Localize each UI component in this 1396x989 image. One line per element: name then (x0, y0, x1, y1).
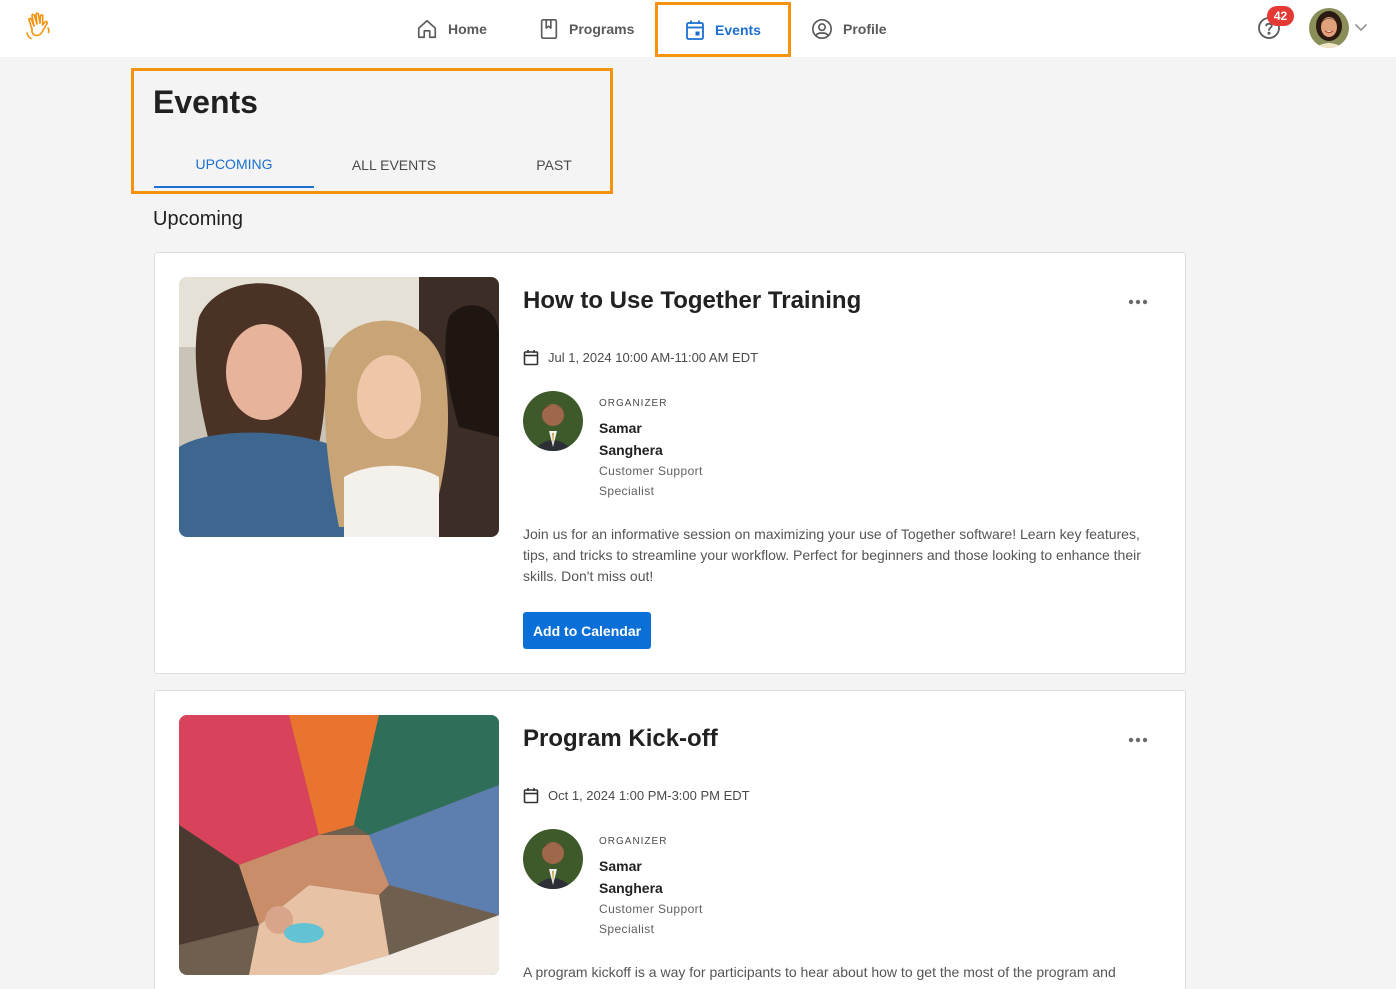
organizer-role: Customer Support Specialist (599, 902, 703, 936)
event-date: Jul 1, 2024 10:00 AM-11:00 AM EDT (548, 350, 759, 365)
organizer-label: ORGANIZER (599, 398, 668, 409)
nav-programs[interactable]: Programs (539, 0, 634, 57)
nav-events-label: Events (715, 21, 761, 38)
organizer-role: Customer Support Specialist (599, 464, 703, 498)
event-title[interactable]: Program Kick-off (523, 725, 718, 753)
add-to-calendar-button[interactable]: Add to Calendar (523, 612, 651, 649)
nav-events[interactable]: Events (655, 2, 791, 57)
event-date: Oct 1, 2024 1:00 PM-3:00 PM EDT (548, 788, 750, 803)
nav-profile-label: Profile (843, 20, 887, 37)
organizer-name[interactable]: Samar Sanghera (599, 417, 699, 461)
calendar-icon (686, 20, 704, 40)
event-card: How to Use Together Training Jul 1, 2024… (154, 252, 1186, 674)
tab-all-events[interactable]: ALL EVENTS (314, 142, 474, 188)
organizer-avatar (523, 391, 583, 451)
organizer-label: ORGANIZER (599, 836, 668, 847)
event-title[interactable]: How to Use Together Training (523, 287, 861, 315)
calendar-icon (523, 350, 539, 366)
event-card: Program Kick-off Oct 1, 2024 1:00 PM-3:0… (154, 690, 1186, 989)
event-description: Join us for an informative session on ma… (523, 526, 1141, 584)
page-title: Events (153, 84, 258, 120)
nav-home[interactable]: Home (416, 0, 487, 57)
more-options-icon[interactable] (1127, 733, 1149, 745)
calendar-icon (523, 788, 539, 804)
event-date-row: Jul 1, 2024 10:00 AM-11:00 AM EDT (523, 349, 758, 366)
organizer-name[interactable]: Samar Sanghera (599, 855, 699, 899)
tab-past[interactable]: PAST (474, 142, 634, 188)
section-title: Upcoming (153, 208, 244, 230)
event-description: A program kickoff is a way for participa… (523, 964, 1116, 980)
more-options-icon[interactable] (1127, 295, 1149, 307)
event-date-row: Oct 1, 2024 1:00 PM-3:00 PM EDT (523, 787, 750, 804)
top-navbar: Home Programs Events Profile 42 (0, 0, 1396, 57)
nav-profile[interactable]: Profile (811, 0, 887, 57)
user-circle-icon (812, 18, 832, 39)
event-image (179, 277, 499, 537)
nav-home-label: Home (448, 20, 487, 37)
user-avatar[interactable] (1309, 8, 1349, 48)
organizer-avatar (523, 829, 583, 889)
home-icon (417, 19, 437, 38)
notification-badge: 42 (1267, 6, 1294, 26)
chevron-down-icon[interactable] (1354, 20, 1368, 34)
waving-hand-logo-icon[interactable] (24, 11, 54, 43)
event-image (179, 715, 499, 975)
tab-upcoming[interactable]: UPCOMING (154, 142, 314, 188)
nav-programs-label: Programs (569, 20, 635, 37)
book-icon (540, 18, 558, 39)
